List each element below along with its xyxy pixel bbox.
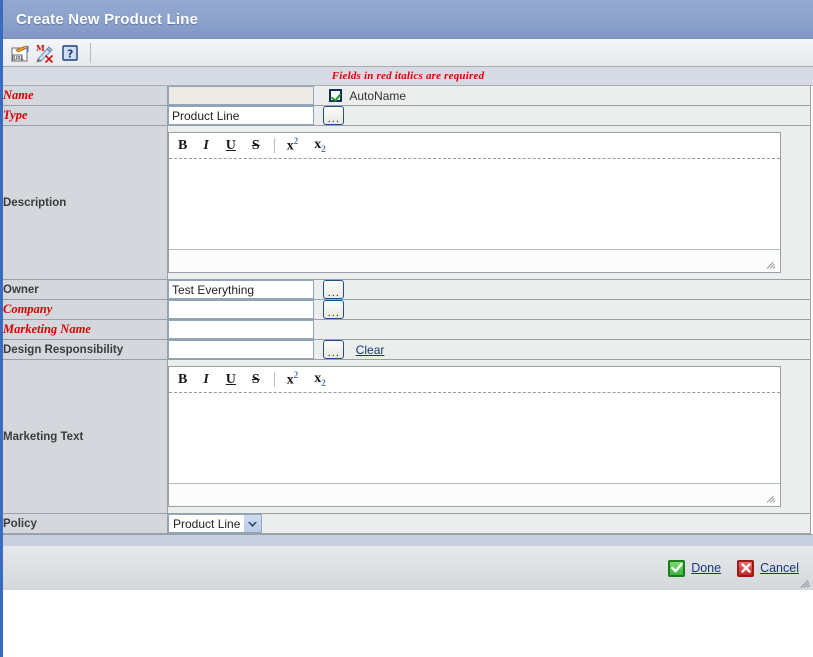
row-type: Type ... bbox=[3, 105, 811, 126]
label-policy: Policy bbox=[3, 513, 168, 534]
row-design-responsibility: Design Responsibility ... Clear bbox=[3, 339, 811, 360]
check-icon bbox=[668, 559, 686, 577]
design-responsibility-browse-label: ... bbox=[327, 347, 340, 359]
toolbar-separator bbox=[90, 42, 91, 63]
dialog-footer: Done Cancel bbox=[3, 546, 813, 590]
name-input[interactable] bbox=[168, 86, 314, 105]
footer-separator bbox=[3, 534, 813, 546]
label-type: Type bbox=[3, 105, 168, 126]
design-responsibility-clear-link[interactable]: Clear bbox=[356, 343, 385, 357]
description-editor-toolbar: B I U S x2 x2 bbox=[169, 133, 780, 159]
dialog-toolbar: URL M ? bbox=[3, 39, 813, 67]
chevron-down-icon[interactable] bbox=[244, 515, 262, 532]
italic-button[interactable]: I bbox=[203, 372, 208, 387]
row-marketing-name: Marketing Name bbox=[3, 319, 811, 340]
done-button-label: Done bbox=[691, 561, 722, 575]
row-description: Description B I U S x2 x2 bbox=[3, 125, 811, 280]
description-resize-grip[interactable] bbox=[766, 259, 777, 270]
underline-button[interactable]: U bbox=[226, 372, 236, 387]
strikethrough-button[interactable]: S bbox=[252, 138, 260, 153]
owner-input[interactable] bbox=[168, 280, 314, 299]
svg-text:M: M bbox=[36, 43, 45, 53]
mx-delete-icon[interactable]: M bbox=[34, 42, 56, 64]
owner-browse-label: ... bbox=[327, 287, 340, 299]
cancel-button-label: Cancel bbox=[760, 561, 799, 575]
subscript-button[interactable]: x2 bbox=[314, 137, 326, 154]
company-input[interactable] bbox=[168, 300, 314, 319]
design-responsibility-input[interactable] bbox=[168, 340, 314, 359]
label-name: Name bbox=[3, 86, 168, 106]
cancel-button[interactable]: Cancel bbox=[737, 559, 799, 577]
cell-company: ... bbox=[167, 299, 811, 320]
required-fields-note: Fields in red italics are required bbox=[3, 67, 813, 86]
bold-button[interactable]: B bbox=[178, 138, 187, 153]
cell-description: B I U S x2 x2 bbox=[167, 125, 811, 280]
italic-button[interactable]: I bbox=[203, 138, 208, 153]
autoname-checkbox[interactable] bbox=[329, 89, 343, 102]
svg-text:URL: URL bbox=[14, 56, 24, 62]
label-owner: Owner bbox=[3, 279, 168, 300]
cell-policy: Product Line bbox=[167, 513, 811, 534]
type-browse-label: ... bbox=[327, 113, 340, 125]
row-marketing-text: Marketing Text B I U S x2 x2 bbox=[3, 359, 811, 514]
marketing-text-textarea[interactable] bbox=[169, 393, 780, 483]
company-browse-button[interactable]: ... bbox=[323, 300, 345, 319]
product-line-form: Name AutoName Type ... bbox=[3, 86, 811, 534]
marketing-text-editor-toolbar: B I U S x2 x2 bbox=[169, 367, 780, 393]
cell-marketing-name bbox=[167, 319, 811, 340]
superscript-button[interactable]: x2 bbox=[287, 137, 299, 154]
label-marketing-text: Marketing Text bbox=[3, 359, 168, 514]
label-marketing-name: Marketing Name bbox=[3, 319, 168, 340]
dialog-titlebar: Create New Product Line bbox=[3, 0, 813, 39]
editor-toolbar-separator bbox=[273, 372, 275, 387]
url-icon[interactable]: URL bbox=[9, 42, 31, 64]
subscript-button[interactable]: x2 bbox=[314, 371, 326, 388]
description-textarea[interactable] bbox=[169, 159, 780, 249]
create-product-line-dialog: Create New Product Line URL M ? Fields i… bbox=[0, 0, 813, 657]
label-design-responsibility: Design Responsibility bbox=[3, 339, 168, 360]
underline-button[interactable]: U bbox=[226, 138, 236, 153]
autoname-label: AutoName bbox=[349, 88, 407, 103]
marketing-text-resize-grip[interactable] bbox=[766, 493, 777, 504]
help-icon[interactable]: ? bbox=[59, 42, 81, 64]
row-owner: Owner ... bbox=[3, 279, 811, 300]
svg-text:?: ? bbox=[67, 47, 73, 60]
editor-toolbar-separator bbox=[273, 138, 275, 153]
description-editor-footer bbox=[169, 249, 780, 272]
form-area: Name AutoName Type ... bbox=[3, 86, 813, 534]
window-resize-grip[interactable] bbox=[799, 577, 811, 589]
close-icon bbox=[737, 559, 755, 577]
done-button[interactable]: Done bbox=[668, 559, 722, 577]
owner-browse-button[interactable]: ... bbox=[323, 280, 345, 299]
type-input[interactable] bbox=[168, 106, 314, 125]
type-browse-button[interactable]: ... bbox=[323, 106, 345, 125]
description-editor: B I U S x2 x2 bbox=[168, 132, 781, 273]
cell-type: ... bbox=[167, 105, 811, 126]
cell-owner: ... bbox=[167, 279, 811, 300]
label-company: Company bbox=[3, 299, 168, 320]
row-company: Company ... bbox=[3, 299, 811, 320]
design-responsibility-browse-button[interactable]: ... bbox=[323, 340, 345, 359]
marketing-name-input[interactable] bbox=[168, 320, 314, 339]
bold-button[interactable]: B bbox=[178, 372, 187, 387]
superscript-button[interactable]: x2 bbox=[287, 371, 299, 388]
autoname-checkbox-wrap[interactable]: AutoName bbox=[329, 89, 406, 103]
policy-select-value: Product Line bbox=[173, 516, 241, 531]
row-policy: Policy Product Line bbox=[3, 513, 811, 534]
dialog-title: Create New Product Line bbox=[16, 10, 199, 28]
marketing-text-editor: B I U S x2 x2 bbox=[168, 366, 781, 507]
row-name: Name AutoName bbox=[3, 86, 811, 106]
cell-design-responsibility: ... Clear bbox=[167, 339, 811, 360]
cell-marketing-text: B I U S x2 x2 bbox=[167, 359, 811, 514]
cell-name: AutoName bbox=[167, 86, 811, 106]
marketing-text-editor-footer bbox=[169, 483, 780, 506]
required-fields-note-text: Fields in red italics are required bbox=[331, 70, 485, 82]
label-description: Description bbox=[3, 125, 168, 280]
company-browse-label: ... bbox=[327, 307, 340, 319]
strikethrough-button[interactable]: S bbox=[252, 372, 260, 387]
policy-select[interactable]: Product Line bbox=[168, 514, 263, 533]
